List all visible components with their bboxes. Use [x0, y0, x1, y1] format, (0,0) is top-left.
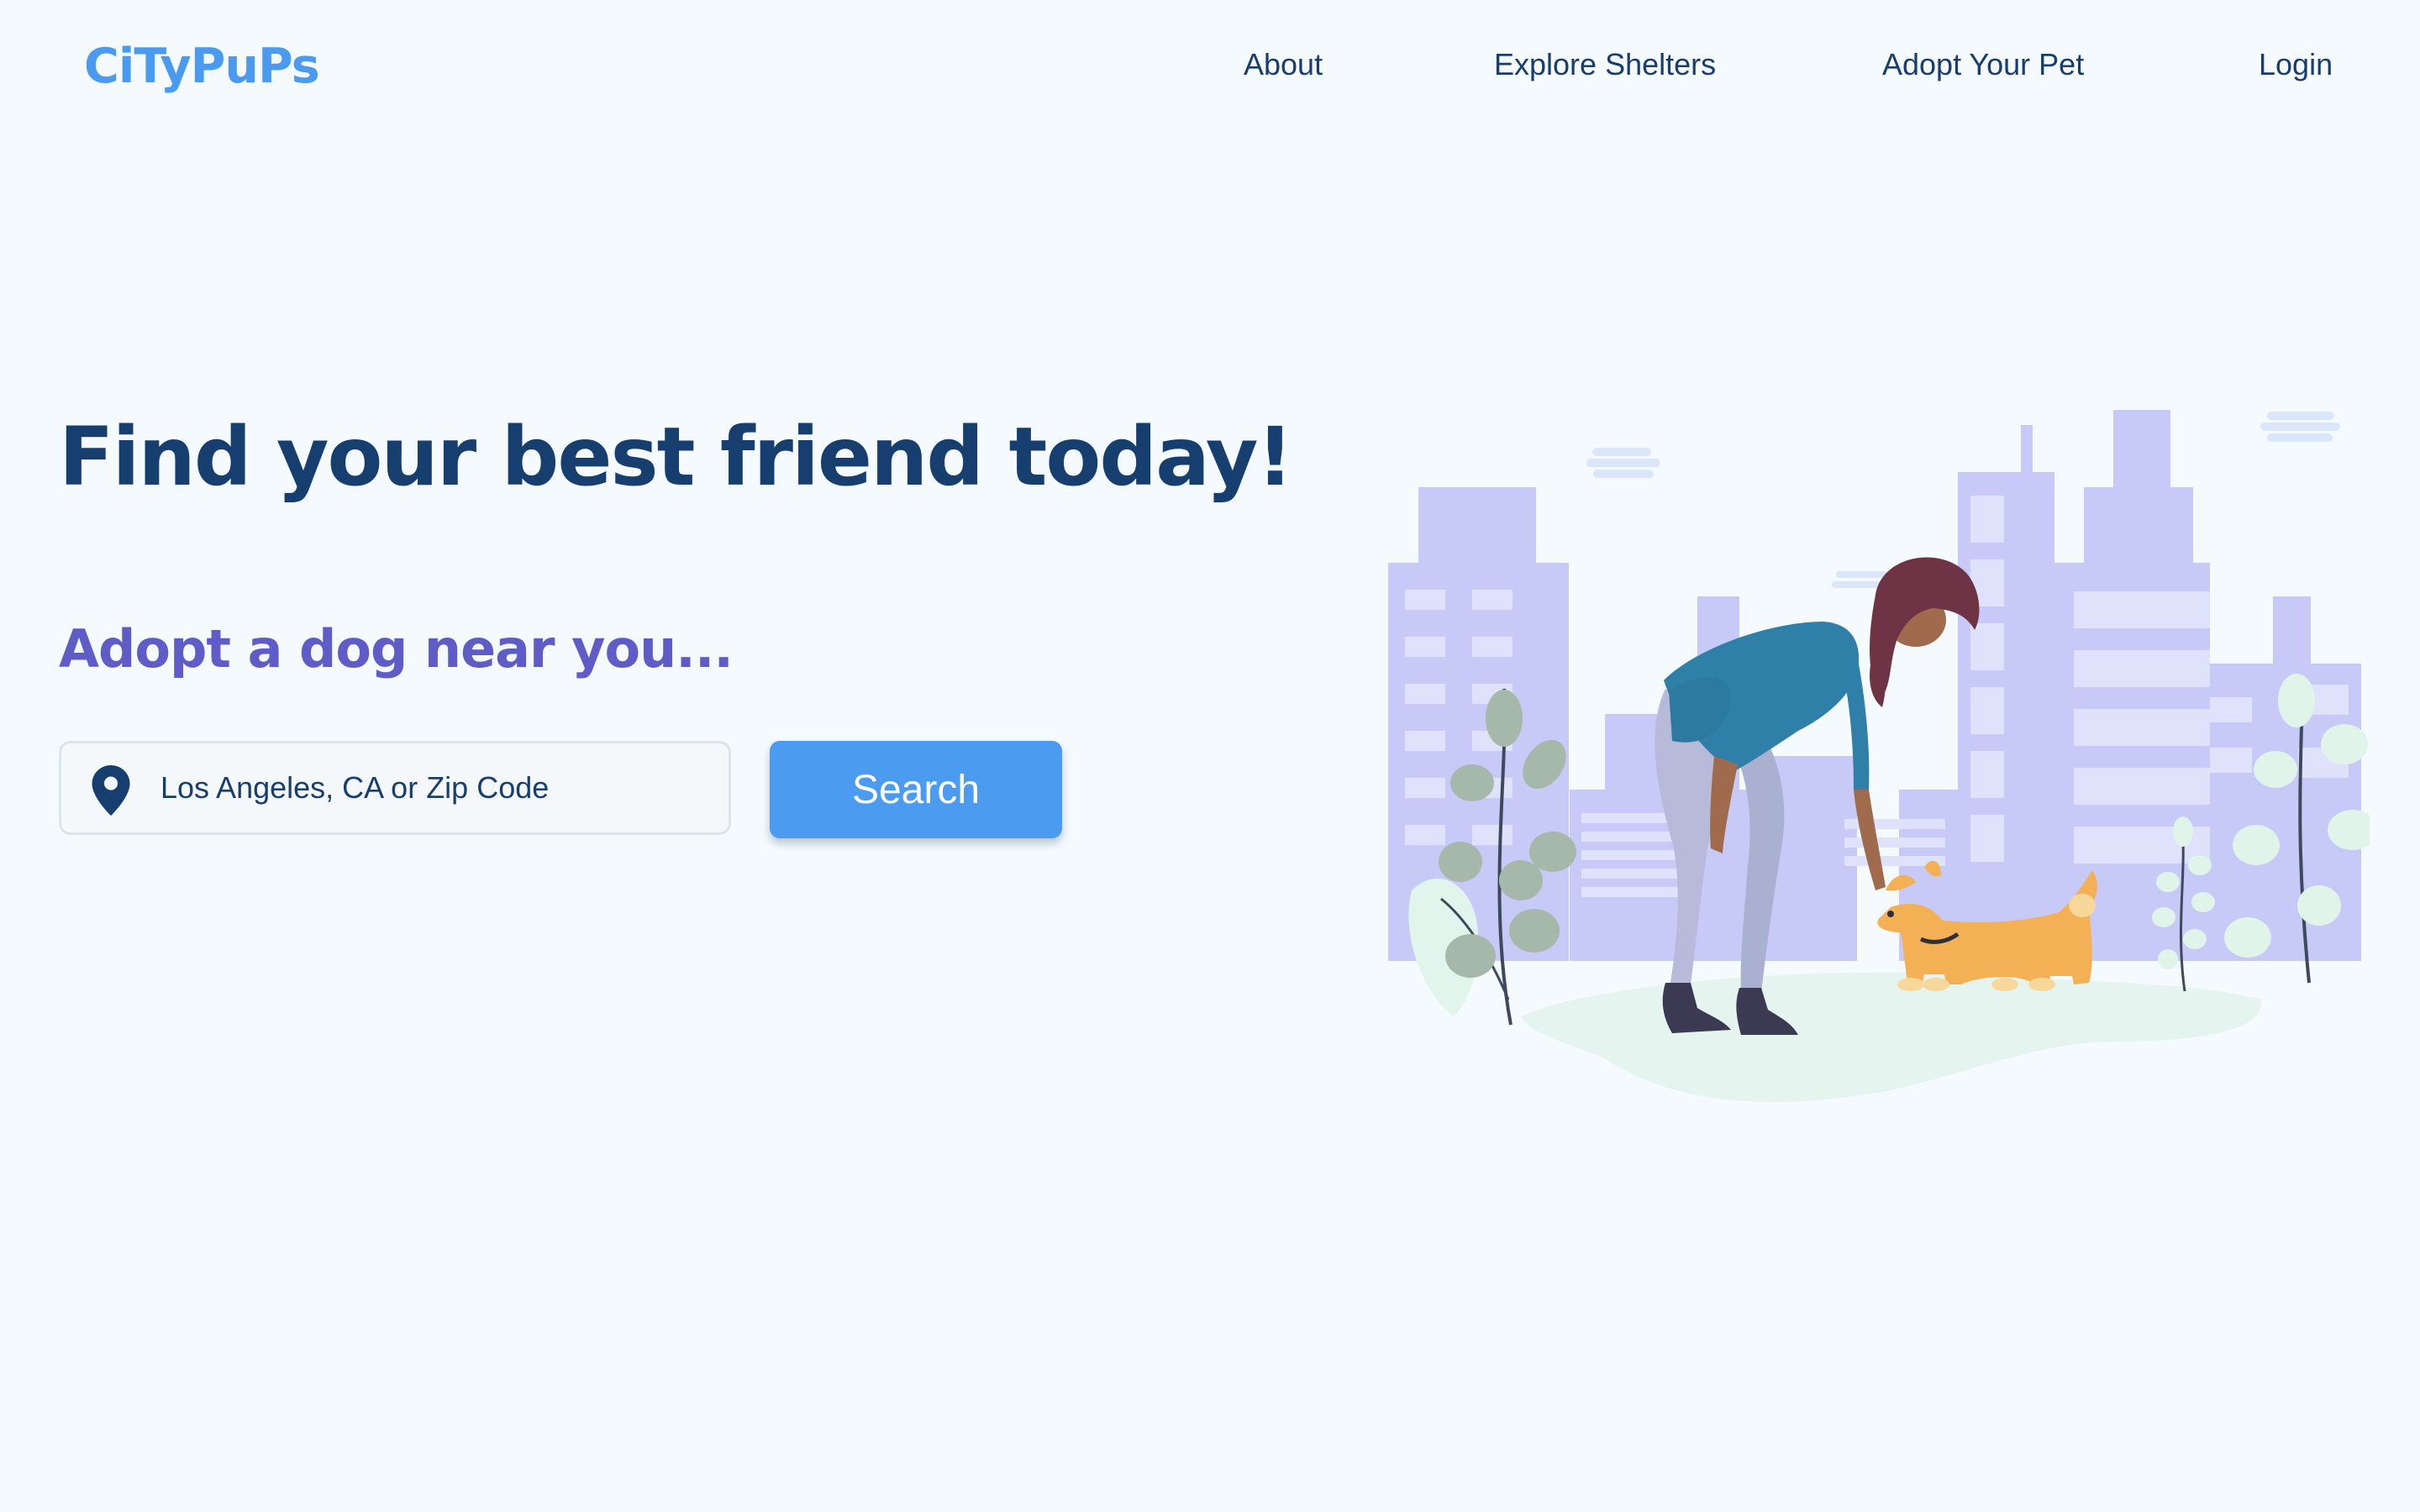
search-button[interactable]: Search — [770, 741, 1062, 838]
location-search-box — [59, 741, 731, 835]
nav-link-about[interactable]: About — [1244, 47, 1323, 82]
location-search-input[interactable] — [160, 743, 698, 832]
hero-title: Find your best friend today! — [59, 410, 1293, 504]
nav-link-explore-shelters[interactable]: Explore Shelters — [1494, 47, 1716, 82]
woman-petting-dog-illustration — [1388, 410, 2370, 1102]
top-nav: About Explore Shelters Adopt Your Pet Lo… — [0, 47, 2420, 89]
nav-link-login[interactable]: Login — [2259, 47, 2333, 82]
hero-subtitle: Adopt a dog near you... — [59, 618, 734, 680]
location-pin-icon — [92, 765, 130, 816]
nav-link-adopt-your-pet[interactable]: Adopt Your Pet — [1882, 47, 2084, 82]
